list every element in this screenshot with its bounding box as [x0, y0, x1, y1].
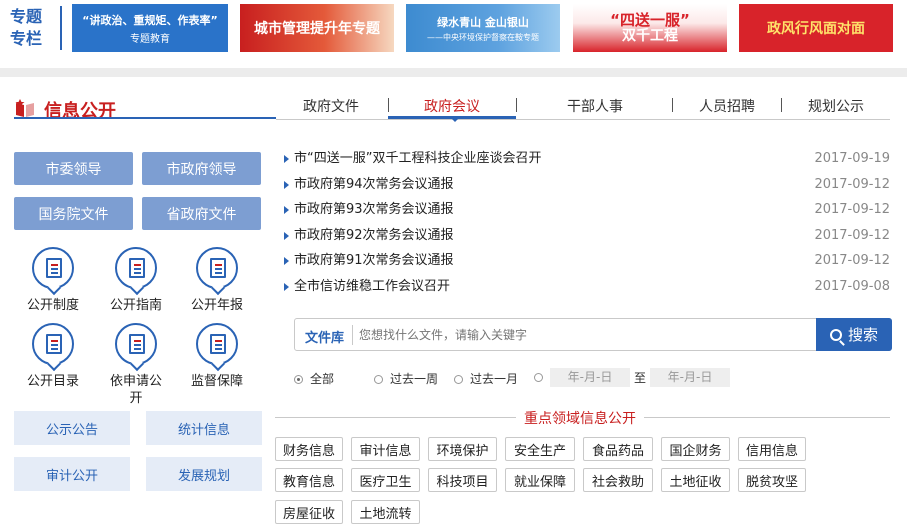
bullet-icon	[284, 257, 289, 266]
tag-land-expropriation[interactable]: 土地征收	[661, 468, 730, 492]
tag-tech-projects[interactable]: 科技项目	[428, 468, 497, 492]
tab-separator	[388, 98, 389, 112]
section-underline	[14, 117, 276, 119]
municipal-government-leaders-button[interactable]: 市政府领导	[142, 152, 261, 185]
statistics-button[interactable]: 统计信息	[146, 411, 262, 445]
audit-disclosure-button[interactable]: 审计公开	[14, 457, 130, 491]
key-area-title: 重点领域信息公开	[516, 408, 644, 428]
disclosure-catalog-item[interactable]: 公开目录	[18, 323, 88, 393]
banner-four-send-one-serve[interactable]: “四送一服” 双千工程	[573, 4, 727, 52]
tab-separator	[781, 98, 782, 112]
tab-separator	[672, 98, 673, 112]
tag-soe-finance[interactable]: 国企财务	[661, 437, 730, 461]
annual-report-icon	[196, 247, 238, 289]
tag-poverty-alleviation[interactable]: 脱贫攻坚	[738, 468, 806, 492]
list-item[interactable]: 市政府第92次常务会议通报 2017-09-12	[284, 225, 890, 251]
list-item[interactable]: 市政府第94次常务会议通报 2017-09-12	[284, 174, 890, 200]
public-notice-button[interactable]: 公示公告	[14, 411, 130, 445]
tag-healthcare[interactable]: 医疗卫生	[351, 468, 420, 492]
tag-housing-expropriation[interactable]: 房屋征收	[275, 500, 343, 524]
tag-work-safety[interactable]: 安全生产	[505, 437, 575, 461]
tab-planning[interactable]: 规划公示	[808, 96, 864, 116]
filter-past-week-radio[interactable]: 过去一周	[374, 370, 438, 387]
banner-city-management[interactable]: 城市管理提升年专题	[240, 4, 394, 52]
tag-financial-info[interactable]: 财务信息	[275, 437, 343, 461]
tag-credit-info[interactable]: 信用信息	[738, 437, 806, 461]
search-input[interactable]	[359, 323, 807, 347]
tag-education-info[interactable]: 教育信息	[275, 468, 343, 492]
book-icon	[14, 99, 36, 119]
section-header: 信息公开	[14, 95, 276, 125]
news-list: 市“四送一服”双千工程科技企业座谈会召开 2017-09-19 市政府第94次常…	[284, 148, 890, 302]
tab-personnel[interactable]: 干部人事	[567, 96, 623, 116]
bullet-icon	[284, 282, 289, 291]
document-list-icon	[32, 247, 74, 289]
filter-custom-range-radio[interactable]	[534, 370, 550, 384]
search-button[interactable]: 搜索	[816, 318, 892, 351]
list-item[interactable]: 市政府第93次常务会议通报 2017-09-12	[284, 199, 890, 225]
banner-politics-education[interactable]: “讲政治、重规矩、作表率” 专题教育	[72, 4, 228, 52]
library-label: 文件库	[305, 331, 345, 346]
filter-past-month-radio[interactable]: 过去一月	[454, 370, 518, 387]
bullet-icon	[284, 155, 289, 163]
search-icon	[829, 328, 842, 341]
banner-green-mountains[interactable]: 绿水青山 金山银山 ——中央环境保护督察在鞍专题	[406, 4, 560, 52]
tab-government-meetings[interactable]: 政府会议	[424, 96, 480, 116]
filter-all-radio[interactable]: 全部	[294, 370, 334, 387]
development-plan-button[interactable]: 发展规划	[146, 457, 262, 491]
top-banner-strip: 专题 专栏 “讲政治、重规矩、作表率” 专题教育 城市管理提升年专题 绿水青山 …	[0, 0, 907, 62]
apply-edit-icon	[115, 323, 157, 365]
date-filters: 全部 过去一周 过去一月 年-月-日 至 年-月-日	[294, 368, 894, 388]
bullet-icon	[284, 206, 289, 215]
tag-social-assistance[interactable]: 社会救助	[583, 468, 653, 492]
state-council-documents-button[interactable]: 国务院文件	[14, 197, 133, 230]
bullet-icon	[284, 180, 289, 189]
disclosure-system-item[interactable]: 公开制度	[18, 247, 88, 317]
info-tabs: 政府文件 政府会议 干部人事 人员招聘 规划公示	[276, 94, 890, 120]
bullet-icon	[284, 231, 289, 240]
annual-report-item[interactable]: 公开年报	[182, 247, 252, 317]
section-title: 信息公开	[44, 101, 116, 122]
divider-band	[0, 68, 907, 77]
divider	[60, 6, 62, 50]
disclosure-guide-item[interactable]: 公开指南	[101, 247, 171, 317]
list-item[interactable]: 市政府第91次常务会议通报 2017-09-12	[284, 250, 890, 276]
end-date-field[interactable]: 年-月-日	[650, 368, 730, 387]
banner-government-style[interactable]: 政风行风面对面	[739, 4, 893, 52]
tag-food-drug[interactable]: 食品药品	[583, 437, 653, 461]
list-item[interactable]: 市“四送一服”双千工程科技企业座谈会召开 2017-09-19	[284, 148, 890, 174]
document-search-bar: 文件库 搜索	[294, 318, 892, 351]
list-item[interactable]: 全市信访维稳工作会议召开 2017-09-08	[284, 276, 890, 302]
guide-book-icon	[115, 247, 157, 289]
tag-land-transfer[interactable]: 土地流转	[351, 500, 420, 524]
active-tab-caret	[450, 117, 460, 122]
apply-disclosure-item[interactable]: 依申请公开	[101, 323, 171, 406]
provincial-documents-button[interactable]: 省政府文件	[142, 197, 261, 230]
municipal-committee-leaders-button[interactable]: 市委领导	[14, 152, 133, 185]
tab-recruitment[interactable]: 人员招聘	[699, 96, 755, 116]
supervision-item[interactable]: 监督保障	[182, 323, 252, 393]
tag-employment[interactable]: 就业保障	[505, 468, 575, 492]
special-column-label: 专题 专栏	[10, 7, 43, 48]
tab-separator	[516, 98, 517, 112]
tag-environment[interactable]: 环境保护	[428, 437, 497, 461]
start-date-field[interactable]: 年-月-日	[550, 368, 630, 387]
divider	[352, 325, 353, 345]
catalog-icon	[32, 323, 74, 365]
date-range-separator: 至	[634, 371, 647, 385]
tag-audit-info[interactable]: 审计信息	[351, 437, 420, 461]
supervision-icon	[196, 323, 238, 365]
tab-government-documents[interactable]: 政府文件	[303, 96, 359, 116]
